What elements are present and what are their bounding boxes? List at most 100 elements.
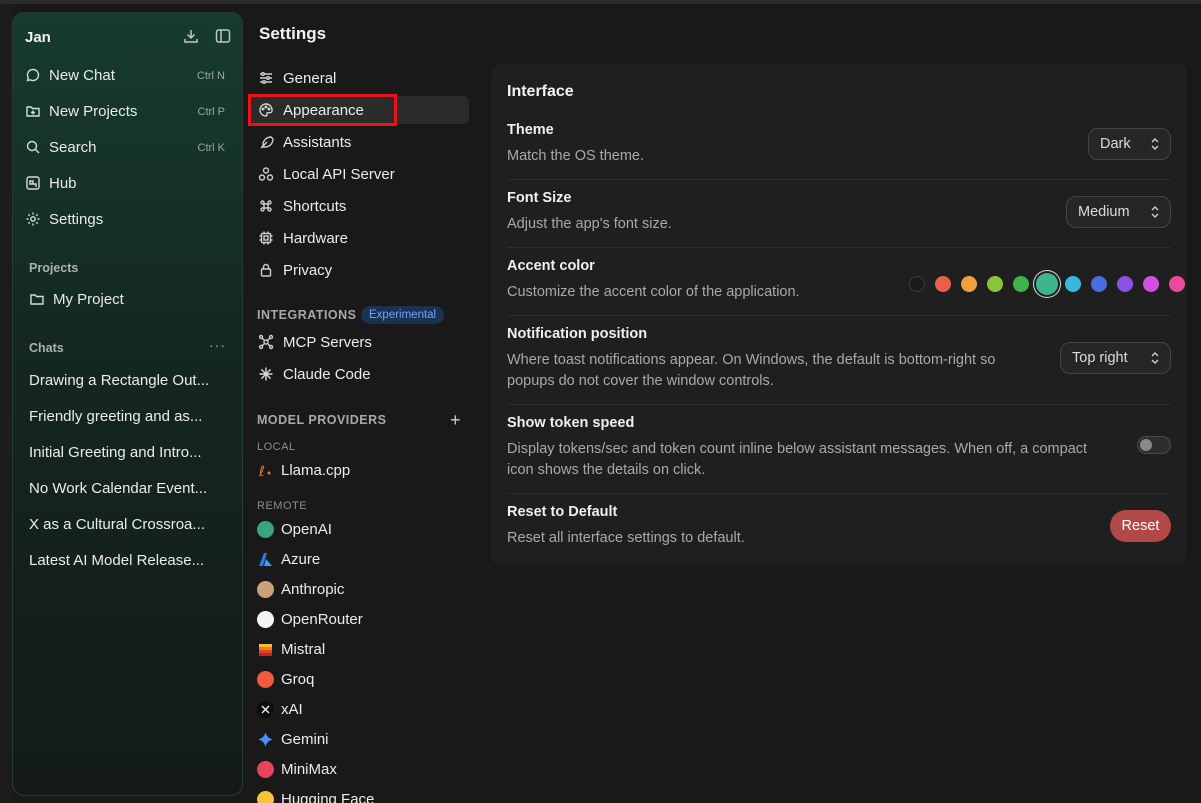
openai-logo-icon xyxy=(257,521,274,538)
accent-swatch[interactable] xyxy=(1169,276,1185,292)
chat-item[interactable]: Drawing a Rectangle Out... xyxy=(29,372,229,389)
provider-groq[interactable]: Groq xyxy=(257,668,457,690)
accent-swatch[interactable] xyxy=(909,276,925,292)
reset-button[interactable]: Reset xyxy=(1110,510,1171,542)
accent-swatch[interactable] xyxy=(1117,276,1133,292)
theme-row: Theme Match the OS theme. Dark xyxy=(507,114,1171,180)
nav-settings[interactable]: Settings xyxy=(13,202,244,238)
minimax-logo-icon xyxy=(257,761,274,778)
provider-hugging-face[interactable]: Hugging Face xyxy=(257,788,457,803)
accent-swatch[interactable] xyxy=(1013,276,1029,292)
provider-anthropic[interactable]: Anthropic xyxy=(257,578,457,600)
menu-claude-code[interactable]: Claude Code xyxy=(249,360,469,388)
accent-swatch[interactable] xyxy=(961,276,977,292)
mcp-icon xyxy=(258,334,274,350)
sidebar-toggle-icon[interactable] xyxy=(214,27,232,45)
chats-more-button[interactable]: ··· xyxy=(209,337,226,353)
menu-general[interactable]: General xyxy=(249,64,469,92)
menu-label: MCP Servers xyxy=(283,334,372,351)
nav-search[interactable]: Search Ctrl K xyxy=(13,130,244,166)
menu-label: Local API Server xyxy=(283,166,395,183)
project-label: My Project xyxy=(53,291,124,308)
provider-openrouter[interactable]: OpenRouter xyxy=(257,608,457,630)
accent-swatch[interactable] xyxy=(935,276,951,292)
menu-assistants[interactable]: Assistants xyxy=(249,128,469,156)
nav-label: Hub xyxy=(49,175,77,192)
remote-heading: REMOTE xyxy=(257,500,308,512)
project-item[interactable]: My Project xyxy=(13,282,244,318)
menu-label: Hardware xyxy=(283,230,349,247)
token-speed-toggle[interactable] xyxy=(1137,436,1171,454)
setting-description: Reset all interface settings to default. xyxy=(507,530,745,546)
window-top-border xyxy=(0,0,1201,4)
cpu-icon xyxy=(259,231,273,245)
provider-label: Azure xyxy=(281,551,321,568)
provider-mistral[interactable]: Mistral xyxy=(257,638,457,660)
provider-label: Llama.cpp xyxy=(281,462,351,479)
active-menu-highlight xyxy=(248,94,397,126)
svg-text:ℓ: ℓ xyxy=(258,464,265,479)
setting-description: icon shows the details on click. xyxy=(507,462,706,478)
chat-item[interactable]: Friendly greeting and as... xyxy=(29,408,229,425)
setting-description: Display tokens/sec and token count inlin… xyxy=(507,441,1088,457)
provider-openai[interactable]: OpenAI xyxy=(257,518,457,540)
accent-swatch[interactable] xyxy=(1091,276,1107,292)
hugging-face-logo-icon xyxy=(257,791,274,803)
menu-privacy[interactable]: Privacy xyxy=(249,256,469,284)
chat-item[interactable]: No Work Calendar Event... xyxy=(29,480,229,497)
background-window-edge xyxy=(0,4,12,803)
menu-label: Shortcuts xyxy=(283,198,347,215)
chat-item[interactable]: Initial Greeting and Intro... xyxy=(29,444,229,461)
nav-hub[interactable]: Hub xyxy=(13,166,244,202)
provider-azure[interactable]: Azure xyxy=(257,548,457,570)
server-icon xyxy=(258,167,274,181)
model-providers-heading: MODEL PROVIDERS xyxy=(257,413,387,427)
accent-swatch[interactable] xyxy=(1143,276,1159,292)
accent-swatch[interactable] xyxy=(1036,273,1058,295)
font-size-select[interactable]: Medium xyxy=(1066,196,1171,228)
experimental-badge: Experimental xyxy=(361,306,445,324)
provider-minimax[interactable]: MiniMax xyxy=(257,758,457,780)
sidebar: Jan New Chat Ctrl N New Projects Ctrl P … xyxy=(12,12,243,796)
menu-local-api-server[interactable]: Local API Server xyxy=(249,160,469,188)
menu-mcp-servers[interactable]: MCP Servers xyxy=(249,328,469,356)
nav-label: Settings xyxy=(49,211,104,228)
setting-description: Where toast notifications appear. On Win… xyxy=(507,352,996,368)
panel-title: Interface xyxy=(507,83,574,100)
groq-logo-icon xyxy=(257,671,274,688)
theme-select[interactable]: Dark xyxy=(1088,128,1171,160)
provider-label: Hugging Face xyxy=(281,791,375,803)
nav-label: Search xyxy=(49,139,97,156)
llamacpp-logo-icon: ℓ xyxy=(258,464,271,479)
folder-icon xyxy=(30,294,44,305)
provider-label: xAI xyxy=(281,701,303,718)
nav-new-chat[interactable]: New Chat Ctrl N xyxy=(13,58,244,94)
provider-xai[interactable]: xAI xyxy=(257,698,457,720)
accent-swatch[interactable] xyxy=(987,276,1003,292)
accent-swatch[interactable] xyxy=(1065,276,1081,292)
settings-title: Settings xyxy=(259,24,327,43)
nav-new-projects[interactable]: New Projects Ctrl P xyxy=(13,94,244,130)
hub-icon xyxy=(26,176,40,190)
provider-label: OpenAI xyxy=(281,521,332,538)
provider-label: MiniMax xyxy=(281,761,337,778)
menu-label: Privacy xyxy=(283,262,333,279)
provider-gemini[interactable]: Gemini xyxy=(257,728,457,750)
provider-llamacpp[interactable]: ℓ Llama.cpp xyxy=(257,459,457,481)
gear-icon xyxy=(26,212,40,226)
add-provider-button[interactable]: + xyxy=(450,410,461,431)
menu-hardware[interactable]: Hardware xyxy=(249,224,469,252)
interface-panel: Interface Theme Match the OS theme. Dark… xyxy=(491,64,1187,565)
select-value: Medium xyxy=(1078,204,1130,220)
menu-shortcuts[interactable]: Shortcuts xyxy=(249,192,469,220)
setting-title: Show token speed xyxy=(507,415,635,431)
folder-plus-icon xyxy=(26,106,40,117)
menu-label: General xyxy=(283,70,337,87)
token-speed-row: Show token speed Display tokens/sec and … xyxy=(507,405,1171,494)
chat-item[interactable]: X as a Cultural Crossroa... xyxy=(29,516,229,533)
select-value: Top right xyxy=(1072,350,1128,366)
local-heading: LOCAL xyxy=(257,441,296,453)
notification-position-select[interactable]: Top right xyxy=(1060,342,1171,374)
download-icon[interactable] xyxy=(182,27,200,45)
chat-item[interactable]: Latest AI Model Release... xyxy=(29,552,229,569)
